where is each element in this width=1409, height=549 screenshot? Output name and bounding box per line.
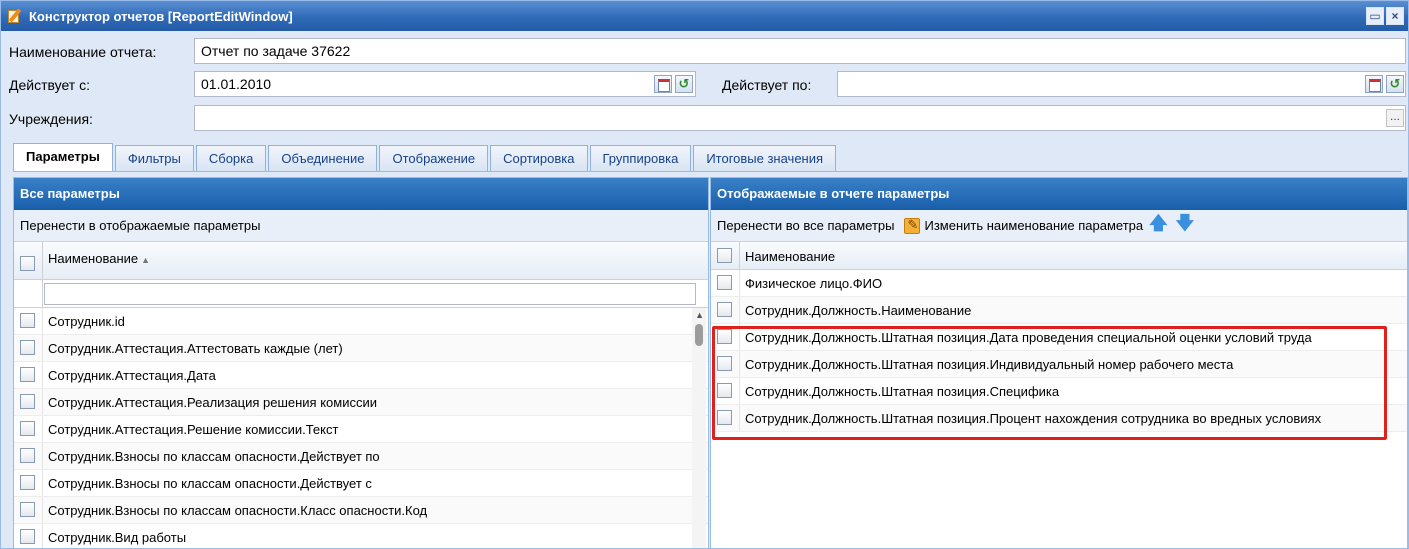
filter-row	[14, 280, 708, 308]
all-parameters-grid-header: Наименование ▲	[14, 242, 708, 280]
row-checkbox[interactable]	[717, 356, 732, 371]
valid-to-label: Действует по:	[722, 77, 812, 93]
valid-from-clear-icon[interactable]	[675, 75, 693, 93]
table-row[interactable]: Сотрудник.Взносы по классам опасности.Кл…	[14, 497, 708, 524]
displayed-parameters-toolbar: Перенести во все параметры Изменить наим…	[711, 210, 1407, 242]
table-row[interactable]: Сотрудник.id	[14, 308, 708, 335]
table-row[interactable]: Сотрудник.Аттестация.Решение комиссии.Те…	[14, 416, 708, 443]
table-row[interactable]: Сотрудник.Аттестация.Аттестовать каждые …	[14, 335, 708, 362]
row-checkbox[interactable]	[20, 502, 35, 517]
row-checkbox[interactable]	[717, 383, 732, 398]
arrow-up-icon[interactable]: 🡅	[1149, 211, 1168, 241]
report-name-input[interactable]: Отчет по задаче 37622	[194, 38, 1406, 64]
institutions-label: Учреждения:	[9, 111, 93, 127]
row-checkbox[interactable]	[20, 421, 35, 436]
row-checkbox[interactable]	[717, 302, 732, 317]
valid-dates-row: Действует с: 01.01.2010 Действует по:	[1, 71, 1408, 99]
tab-assembly[interactable]: Сборка	[195, 145, 267, 171]
institutions-browse-button[interactable]: ...	[1386, 109, 1404, 127]
displayed-parameters-title: Отображаемые в отчете параметры	[711, 178, 1407, 210]
tab-sorting[interactable]: Сортировка	[490, 145, 588, 171]
move-to-all-button[interactable]: Перенести во все параметры	[717, 218, 894, 233]
row-checkbox[interactable]	[20, 475, 35, 490]
arrow-down-icon[interactable]: 🡇	[1176, 211, 1195, 241]
all-parameters-title: Все параметры	[14, 178, 708, 210]
tab-parameters[interactable]: Параметры	[13, 143, 113, 171]
table-row[interactable]: Сотрудник.Должность.Штатная позиция.Спец…	[711, 378, 1407, 405]
row-checkbox[interactable]	[717, 275, 732, 290]
table-row[interactable]: Сотрудник.Должность.Штатная позиция.Проц…	[711, 405, 1407, 432]
report-edit-window: Конструктор отчетов [ReportEditWindow] ▭…	[0, 0, 1409, 549]
edit-icon[interactable]	[904, 217, 921, 234]
row-checkbox[interactable]	[717, 329, 732, 344]
displayed-column-header-name[interactable]: Наименование	[745, 249, 835, 264]
tab-union[interactable]: Объединение	[268, 145, 378, 171]
row-checkbox[interactable]	[20, 340, 35, 355]
select-all-checkbox[interactable]	[20, 256, 35, 271]
row-checkbox[interactable]	[20, 394, 35, 409]
valid-from-label: Действует с:	[9, 77, 90, 93]
institutions-row: Учреждения: ...	[1, 105, 1408, 133]
valid-to-input[interactable]	[837, 71, 1406, 97]
tab-totals[interactable]: Итоговые значения	[693, 145, 837, 171]
row-checkbox[interactable]	[717, 410, 732, 425]
valid-from-calendar-icon[interactable]	[654, 75, 672, 93]
window-title: Конструктор отчетов [ReportEditWindow]	[29, 8, 293, 24]
table-row[interactable]: Сотрудник.Взносы по классам опасности.Де…	[14, 443, 708, 470]
valid-to-calendar-icon[interactable]	[1365, 75, 1383, 93]
table-row[interactable]: Сотрудник.Аттестация.Реализация решения …	[14, 389, 708, 416]
window-controls: ▭ ×	[1366, 7, 1404, 25]
table-row[interactable]: Сотрудник.Должность.Штатная позиция.Инди…	[711, 351, 1407, 378]
table-row[interactable]: Физическое лицо.ФИО	[711, 270, 1407, 297]
tab-display[interactable]: Отображение	[379, 145, 489, 171]
displayed-parameters-rows: Физическое лицо.ФИО Сотрудник.Должность.…	[711, 270, 1407, 432]
all-parameters-rows: Сотрудник.id Сотрудник.Аттестация.Аттест…	[14, 308, 708, 548]
column-header-name[interactable]: Наименование ▲	[48, 251, 150, 266]
institutions-input[interactable]	[194, 105, 1406, 131]
close-icon[interactable]: ×	[1386, 7, 1404, 25]
valid-to-clear-icon[interactable]	[1386, 75, 1404, 93]
table-row[interactable]: Сотрудник.Должность.Штатная позиция.Дата…	[711, 324, 1407, 351]
table-row[interactable]: Сотрудник.Аттестация.Дата	[14, 362, 708, 389]
report-tabs: Параметры Фильтры Сборка Объединение Ото…	[13, 143, 1402, 172]
row-checkbox[interactable]	[20, 313, 35, 328]
displayed-parameters-panel: Отображаемые в отчете параметры Перенест…	[710, 177, 1408, 548]
report-edit-icon	[7, 8, 23, 24]
maximize-icon[interactable]: ▭	[1366, 7, 1384, 25]
scroll-up-icon[interactable]: ▲	[695, 310, 704, 320]
tab-filters[interactable]: Фильтры	[114, 145, 194, 171]
report-name-label: Наименование отчета:	[9, 44, 157, 60]
name-filter-input[interactable]	[44, 283, 696, 305]
row-checkbox[interactable]	[20, 367, 35, 382]
displayed-parameters-grid-header: Наименование	[711, 242, 1407, 270]
all-parameters-toolbar: Перенести в отображаемые параметры	[14, 210, 708, 242]
table-row[interactable]: Сотрудник.Взносы по классам опасности.Де…	[14, 470, 708, 497]
all-parameters-panel: Все параметры Перенести в отображаемые п…	[13, 177, 709, 548]
rename-parameter-button[interactable]: Изменить наименование параметра	[924, 218, 1143, 233]
row-checkbox[interactable]	[20, 448, 35, 463]
window-titlebar[interactable]: Конструктор отчетов [ReportEditWindow] ▭…	[1, 1, 1408, 31]
tab-grouping[interactable]: Группировка	[589, 145, 692, 171]
table-row[interactable]: Сотрудник.Вид работы	[14, 524, 708, 548]
table-row[interactable]: Сотрудник.Должность.Наименование	[711, 297, 1407, 324]
move-to-displayed-button[interactable]: Перенести в отображаемые параметры	[20, 218, 260, 233]
report-name-row: Наименование отчета: Отчет по задаче 376…	[1, 38, 1408, 66]
select-all-displayed-checkbox[interactable]	[717, 248, 732, 263]
scroll-thumb[interactable]	[695, 324, 703, 346]
row-checkbox[interactable]	[20, 529, 35, 544]
valid-from-input[interactable]: 01.01.2010	[194, 71, 696, 97]
sort-asc-icon: ▲	[141, 255, 151, 265]
